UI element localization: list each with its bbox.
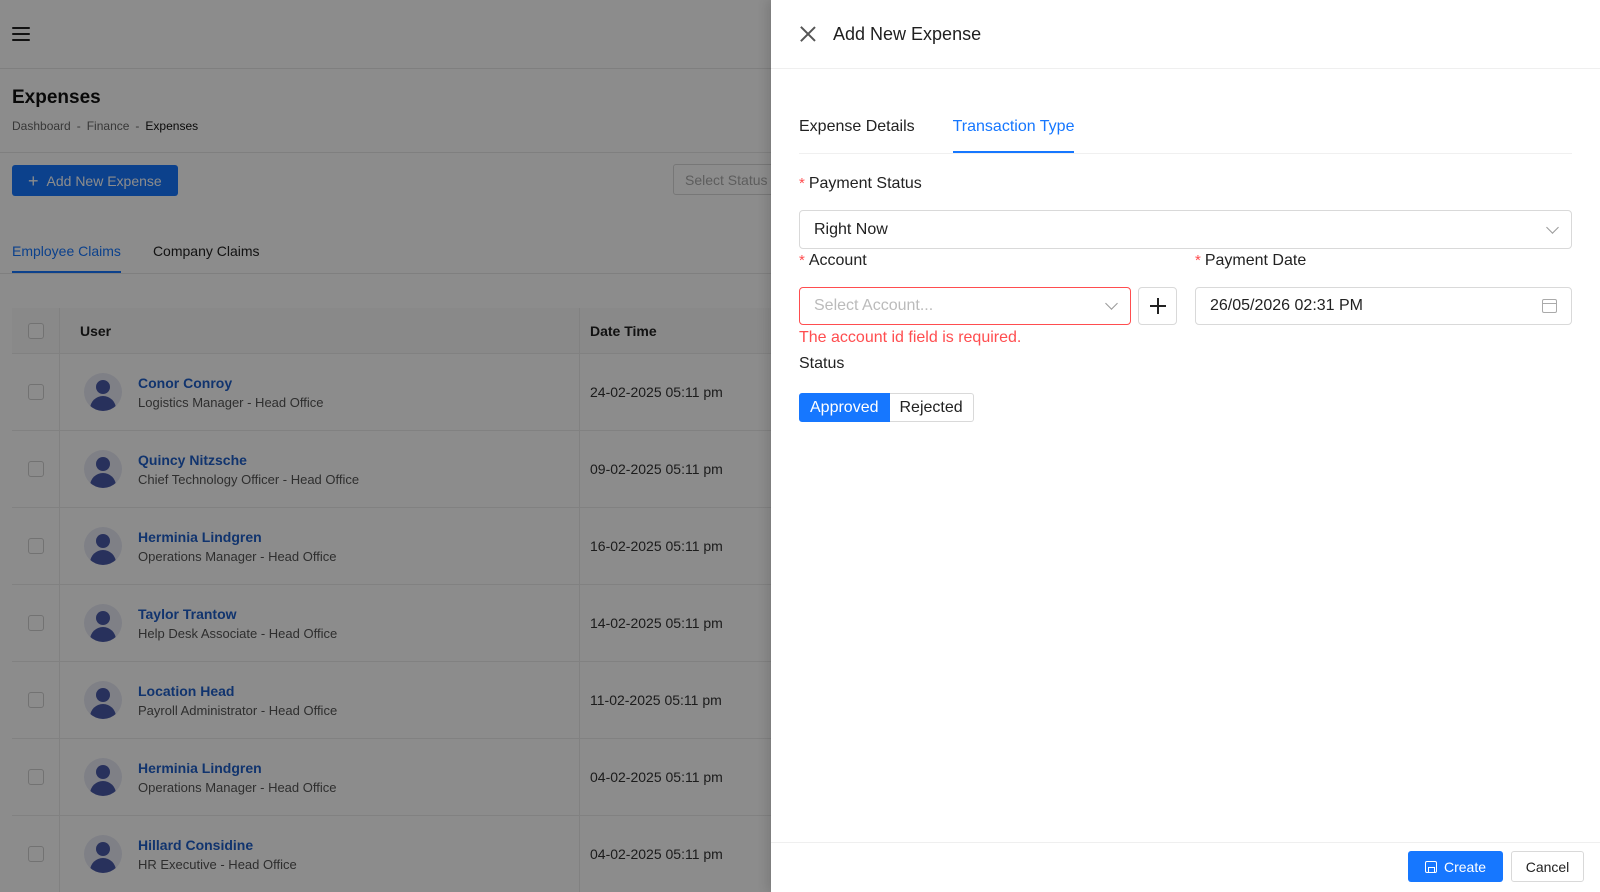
payment-status-label: * Payment Status	[799, 175, 922, 193]
save-icon	[1424, 860, 1437, 873]
account-label: * Account	[799, 252, 867, 270]
calendar-icon	[1542, 299, 1557, 313]
payment-date-value: 26/05/2026 02:31 PM	[1210, 297, 1364, 314]
plus-icon	[1149, 298, 1166, 314]
add-expense-drawer: Add New Expense Expense Details Transact…	[771, 0, 1600, 892]
payment-status-select[interactable]: Right Now	[799, 210, 1572, 249]
required-asterisk: *	[799, 252, 805, 269]
tab-expense-details[interactable]: Expense Details	[799, 118, 915, 153]
status-label: Status	[799, 355, 845, 372]
cancel-button[interactable]: Cancel	[1511, 851, 1584, 882]
drawer-body: Expense Details Transaction Type	[771, 69, 1600, 154]
drawer-backdrop[interactable]	[0, 0, 771, 892]
close-icon[interactable]	[799, 25, 817, 43]
account-placeholder: Select Account...	[814, 297, 934, 314]
payment-status-value: Right Now	[814, 220, 888, 238]
payment-date-input[interactable]: 26/05/2026 02:31 PM	[1195, 287, 1572, 325]
payment-date-label-text: Payment Date	[1204, 252, 1307, 269]
create-label: Create	[1443, 858, 1487, 875]
drawer-footer: Create Cancel	[771, 842, 1600, 892]
tab-transaction-type[interactable]: Transaction Type	[952, 118, 1075, 153]
drawer-title: Add New Expense	[833, 23, 982, 44]
payment-status-label-text: Payment Status	[808, 175, 922, 192]
required-asterisk: *	[1195, 252, 1201, 269]
chevron-down-icon	[1105, 297, 1118, 310]
account-error: The account id field is required.	[799, 329, 1022, 346]
drawer-header: Add New Expense	[771, 0, 1600, 69]
chevron-down-icon	[1546, 220, 1559, 234]
add-account-button[interactable]	[1138, 287, 1177, 325]
account-select[interactable]: Select Account...	[799, 287, 1131, 325]
required-asterisk: *	[799, 175, 805, 192]
payment-date-label: * Payment Date	[1195, 252, 1306, 270]
status-segmented-control: Approved Rejected	[799, 393, 974, 422]
create-button[interactable]: Create	[1408, 851, 1503, 882]
account-label-text: Account	[808, 252, 867, 269]
status-rejected-option[interactable]: Rejected	[889, 393, 974, 422]
status-approved-option[interactable]: Approved	[799, 393, 890, 422]
form-tabs: Expense Details Transaction Type	[799, 69, 1572, 154]
